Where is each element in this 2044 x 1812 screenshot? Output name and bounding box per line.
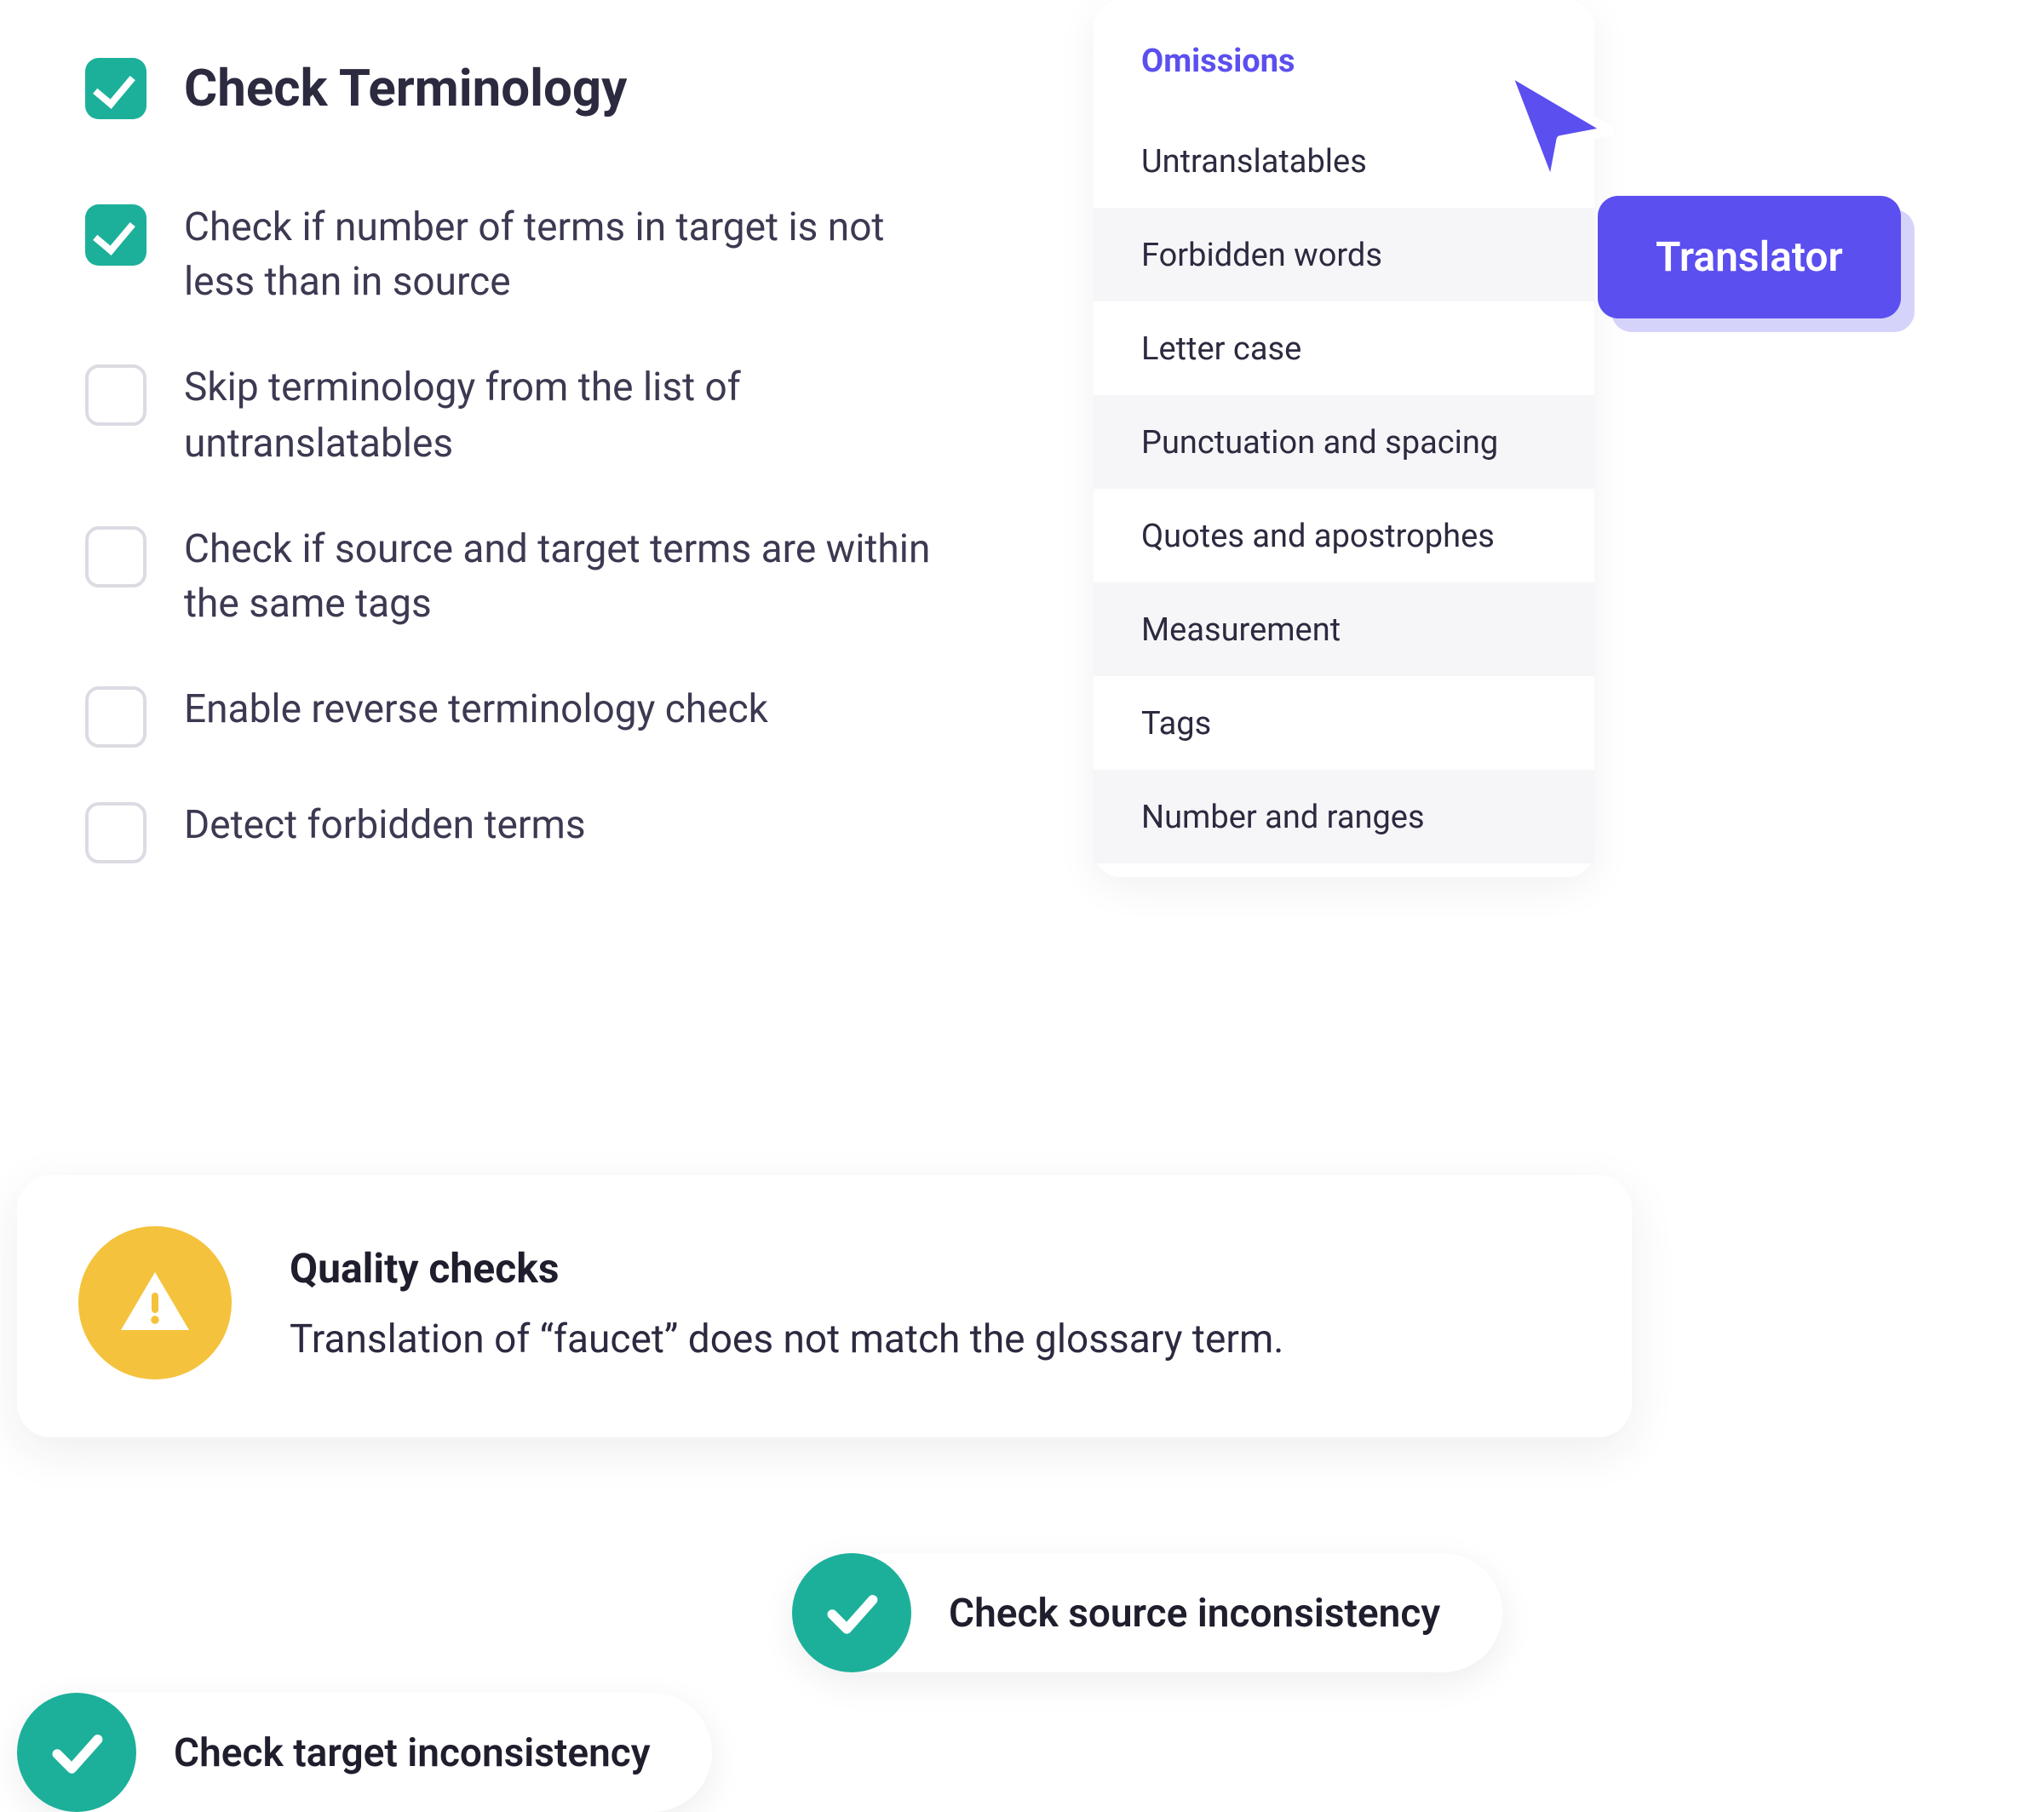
option-checkbox[interactable] — [85, 365, 146, 427]
category-item[interactable]: Tags — [1094, 676, 1594, 770]
category-item[interactable]: Punctuation and spacing — [1094, 395, 1594, 489]
option-label: Check if number of terms in target is no… — [184, 201, 933, 311]
quality-checks-message: Translation of “faucet” does not match t… — [290, 1316, 1283, 1362]
terminology-option[interactable]: Detect forbidden terms — [85, 799, 974, 863]
terminology-option[interactable]: Skip terminology from the list of untran… — [85, 362, 974, 472]
option-label: Enable reverse terminology check — [184, 683, 768, 737]
cursor-icon — [1475, 51, 1628, 204]
option-label: Detect forbidden terms — [184, 799, 586, 853]
translator-badge-label: Translator — [1656, 233, 1843, 281]
option-checkbox[interactable] — [85, 686, 146, 748]
terminology-title: Check Terminology — [184, 59, 627, 118]
check-icon — [17, 1693, 136, 1812]
check-target-inconsistency-pill[interactable]: Check target inconsistency — [17, 1693, 712, 1812]
check-source-inconsistency-pill[interactable]: Check source inconsistency — [792, 1553, 1501, 1672]
quality-checks-text: Quality checks Translation of “faucet” d… — [290, 1244, 1283, 1362]
check-icon — [792, 1553, 911, 1672]
option-checkbox[interactable] — [85, 802, 146, 863]
terminology-option[interactable]: Check if number of terms in target is no… — [85, 201, 974, 311]
category-item[interactable]: Letter case — [1094, 301, 1594, 395]
quality-checks-title: Quality checks — [290, 1244, 1283, 1292]
terminology-option[interactable]: Enable reverse terminology check — [85, 683, 974, 748]
warning-icon — [78, 1226, 232, 1379]
category-item[interactable]: Quotes and apostrophes — [1094, 489, 1594, 582]
terminology-header: Check Terminology — [85, 58, 974, 119]
category-item[interactable]: Forbidden words — [1094, 208, 1594, 301]
quality-checks-card: Quality checks Translation of “faucet” d… — [17, 1175, 1632, 1437]
terminology-options-list: Check if number of terms in target is no… — [85, 201, 974, 863]
terminology-option[interactable]: Check if source and target terms are wit… — [85, 523, 974, 633]
option-checkbox[interactable] — [85, 526, 146, 588]
option-checkbox[interactable] — [85, 204, 146, 266]
option-label: Check if source and target terms are wit… — [184, 523, 933, 633]
translator-role-badge: Translator — [1598, 196, 1901, 318]
pill-label: Check source inconsistency — [949, 1590, 1440, 1636]
category-item[interactable]: Number and ranges — [1094, 770, 1594, 863]
option-label: Skip terminology from the list of untran… — [184, 362, 933, 472]
terminology-master-checkbox[interactable] — [85, 58, 146, 119]
category-item[interactable]: Measurement — [1094, 582, 1594, 676]
terminology-panel: Check Terminology Check if number of ter… — [17, 0, 1042, 1059]
pill-label: Check target inconsistency — [174, 1729, 651, 1775]
